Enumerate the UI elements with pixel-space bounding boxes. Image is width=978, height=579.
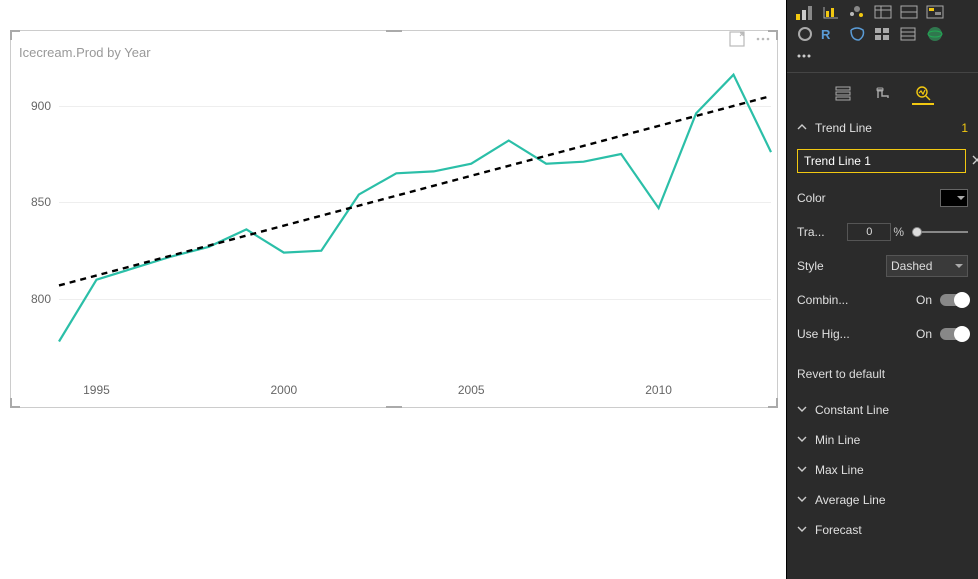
chevron-down-icon xyxy=(797,493,809,507)
viz-type-icon[interactable] xyxy=(845,2,869,22)
transparency-slider[interactable] xyxy=(912,231,968,233)
report-canvas[interactable]: Icecream.Prod by Year 800 850 900 1995 2000… xyxy=(0,0,786,579)
highlight-state: On xyxy=(916,327,932,341)
highlight-toggle[interactable] xyxy=(940,328,968,340)
viz-type-icon[interactable] xyxy=(793,2,817,22)
viz-type-icon[interactable] xyxy=(923,2,947,22)
trend-line-name-input[interactable] xyxy=(797,149,966,173)
trend-line-properties: Color Tra... 0 % Style Dashed Combin... … xyxy=(787,143,978,357)
chart-plot-area: 800 850 900 1995 2000 2005 2010 xyxy=(19,67,771,397)
chevron-up-icon xyxy=(797,121,809,135)
visualization-type-picker: R xyxy=(787,0,978,72)
x-axis-tick: 2010 xyxy=(645,383,672,397)
section-label: Trend Line xyxy=(815,121,955,135)
viz-type-icon[interactable] xyxy=(871,2,895,22)
combine-label: Combin... xyxy=(797,293,916,307)
tab-format[interactable] xyxy=(872,83,894,105)
section-label: Average Line xyxy=(815,493,968,507)
trend-line[interactable] xyxy=(59,96,771,285)
viz-type-icon[interactable] xyxy=(793,24,817,44)
data-series-line[interactable] xyxy=(59,75,771,342)
pane-tabs xyxy=(787,72,978,113)
section-label: Constant Line xyxy=(815,403,968,417)
section-constant-line[interactable]: Constant Line xyxy=(787,395,978,425)
tab-fields[interactable] xyxy=(832,83,854,105)
color-picker[interactable] xyxy=(940,189,968,207)
section-max-line[interactable]: Max Line xyxy=(787,455,978,485)
style-label: Style xyxy=(797,259,886,273)
section-label: Min Line xyxy=(815,433,968,447)
chart-visual-frame[interactable]: Icecream.Prod by Year 800 850 900 1995 2000… xyxy=(10,30,778,408)
y-axis-tick: 800 xyxy=(19,292,51,306)
chevron-down-icon xyxy=(797,403,809,417)
percent-unit: % xyxy=(893,225,904,239)
y-axis-tick: 900 xyxy=(19,99,51,113)
viz-type-icon[interactable]: R xyxy=(819,24,843,44)
tab-analytics[interactable] xyxy=(912,83,934,105)
section-average-line[interactable]: Average Line xyxy=(787,485,978,515)
viz-type-icon[interactable] xyxy=(923,24,947,44)
x-axis-tick: 2005 xyxy=(458,383,485,397)
focus-mode-icon[interactable] xyxy=(729,31,745,47)
section-label: Max Line xyxy=(815,463,968,477)
revert-to-default-button[interactable]: Revert to default xyxy=(787,357,978,395)
visualizations-pane: R Trend Line 1 Color Tra... xyxy=(786,0,978,579)
combine-state: On xyxy=(916,293,932,307)
resize-handle-top[interactable] xyxy=(386,30,402,32)
style-select[interactable]: Dashed xyxy=(886,255,968,277)
highlight-label: Use Hig... xyxy=(797,327,916,341)
svg-text:R: R xyxy=(821,27,831,42)
resize-handle-bl[interactable] xyxy=(10,398,20,408)
more-options-icon[interactable] xyxy=(755,31,771,47)
viz-type-icon[interactable] xyxy=(845,24,869,44)
resize-handle-tl[interactable] xyxy=(10,30,20,40)
transparency-value[interactable]: 0 xyxy=(847,223,891,241)
y-axis-tick: 850 xyxy=(19,195,51,209)
section-min-line[interactable]: Min Line xyxy=(787,425,978,455)
chevron-down-icon xyxy=(797,463,809,477)
section-label: Forecast xyxy=(815,523,968,537)
color-label: Color xyxy=(797,191,940,205)
viz-type-icon[interactable] xyxy=(897,24,921,44)
section-trend-line[interactable]: Trend Line 1 xyxy=(787,113,978,143)
chevron-down-icon xyxy=(797,433,809,447)
combine-toggle[interactable] xyxy=(940,294,968,306)
viz-type-icon[interactable] xyxy=(897,2,921,22)
resize-handle-bottom[interactable] xyxy=(386,406,402,408)
viz-type-icon[interactable] xyxy=(819,2,843,22)
x-axis-tick: 1995 xyxy=(83,383,110,397)
chevron-down-icon xyxy=(797,523,809,537)
chart-title: Icecream.Prod by Year xyxy=(19,45,151,60)
trend-line-count: 1 xyxy=(961,121,968,135)
x-axis-tick: 2000 xyxy=(270,383,297,397)
remove-trend-line-button[interactable] xyxy=(972,154,978,168)
line-chart-svg xyxy=(59,67,771,377)
viz-type-icon[interactable] xyxy=(871,24,895,44)
transparency-label: Tra... xyxy=(797,225,847,239)
section-forecast[interactable]: Forecast xyxy=(787,515,978,545)
resize-handle-br[interactable] xyxy=(768,398,778,408)
viz-type-icon[interactable] xyxy=(793,46,817,66)
